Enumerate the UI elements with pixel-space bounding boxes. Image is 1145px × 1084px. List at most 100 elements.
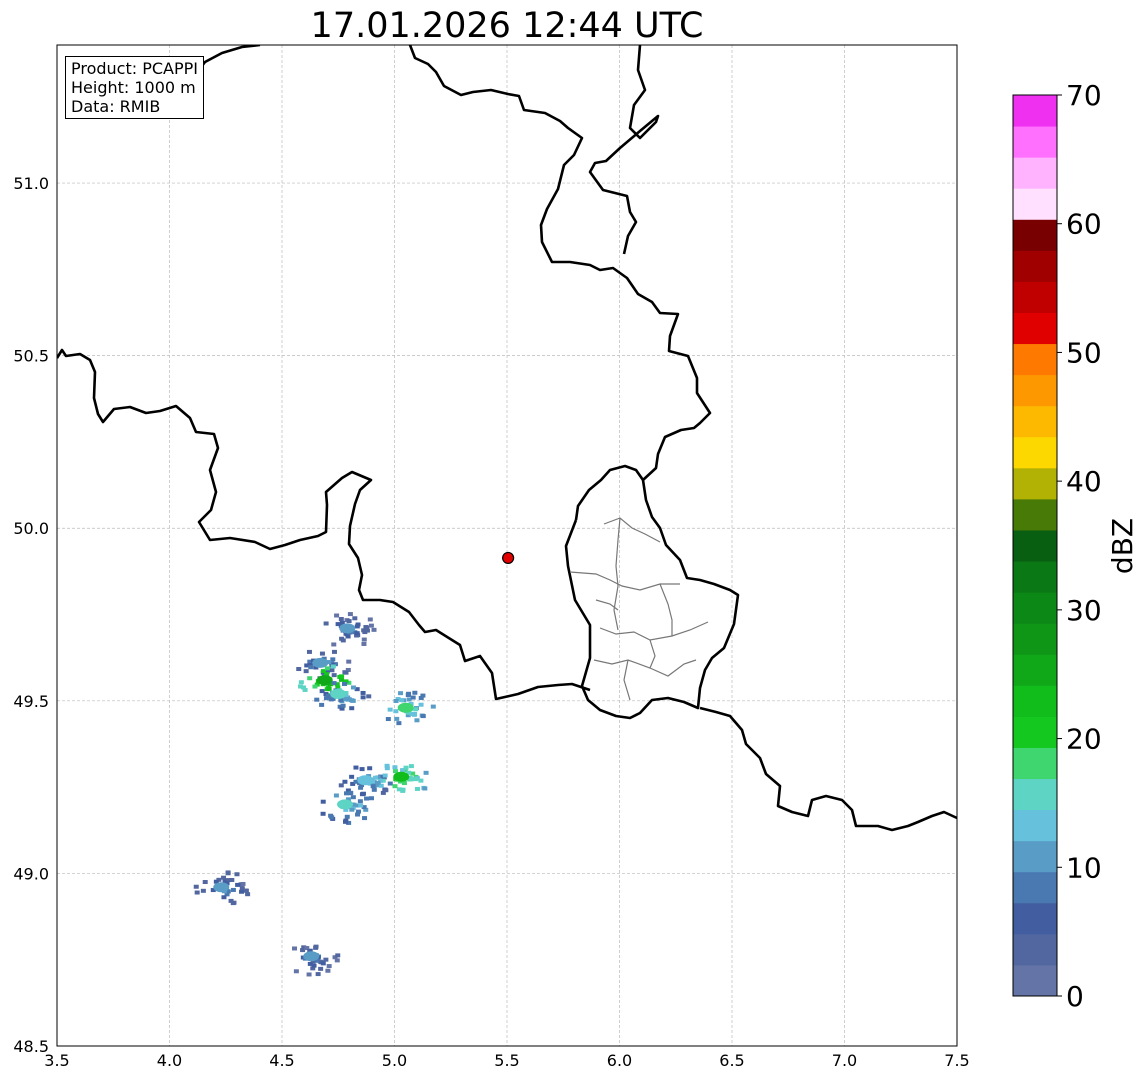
radar-map: 3.5 4.0 4.5 5.0 5.5 6.0 6.5 7.0 7.5 48.549.049.5… <box>13 44 1139 1070</box>
echo-pixel <box>245 892 251 897</box>
echo-pixel <box>342 779 348 784</box>
echo-pixel <box>338 617 344 622</box>
echo-pixel <box>418 702 424 707</box>
echo-pixel <box>418 778 424 783</box>
echo-pixel <box>368 623 374 628</box>
echo-core <box>316 675 333 686</box>
colorbar-tick-label: 40 <box>1066 465 1102 498</box>
x-tick-label: 5.0 <box>382 1051 407 1070</box>
echo-pixel <box>358 785 364 790</box>
product-text: Product: PCAPPI <box>71 59 199 78</box>
echo-pixel <box>412 690 418 695</box>
echo-pixel <box>313 944 319 949</box>
echo-pixel <box>326 686 332 691</box>
echo-pixel <box>221 875 227 880</box>
colorbar-tick-label: 10 <box>1066 851 1102 884</box>
echo-pixel <box>373 775 379 780</box>
echo-pixel <box>406 691 412 696</box>
echo-pixel <box>315 972 321 977</box>
echo-pixel <box>319 702 325 707</box>
colorbar-segment <box>1013 871 1057 904</box>
echo-pixel <box>387 781 393 786</box>
echo-pixel <box>370 784 376 789</box>
echo-pixel <box>340 703 346 708</box>
echo-pixel <box>335 953 341 958</box>
echo-pixel <box>340 638 346 643</box>
echo-pixel <box>339 674 345 679</box>
colorbar-segment <box>1013 250 1057 282</box>
echo-pixel <box>364 796 370 801</box>
colorbar-segment <box>1013 467 1057 500</box>
echo-pixel <box>296 667 302 672</box>
colorbar-tick-label: 50 <box>1066 336 1102 369</box>
y-tick-label: 50.5 <box>13 347 49 366</box>
echo-pixel <box>350 698 356 703</box>
echo-pixel <box>331 642 337 647</box>
echo-pixel <box>347 612 353 617</box>
colorbar-label: dBZ <box>1106 518 1139 574</box>
echo-pixel <box>323 957 329 962</box>
echo-pixel <box>387 707 393 712</box>
echo-pixel <box>307 676 313 681</box>
echo-pixel <box>423 770 429 775</box>
echo-pixel <box>319 689 325 694</box>
echo-pixel <box>230 887 236 892</box>
echo-pixel <box>350 795 356 800</box>
echo-pixel <box>343 696 349 701</box>
echo-pixel <box>353 765 359 770</box>
echo-pixel <box>333 793 339 798</box>
x-tick-label: 6.5 <box>719 1051 744 1070</box>
colorbar-segment <box>1013 809 1057 842</box>
echo-pixel <box>375 780 381 785</box>
echo-pixel <box>414 786 420 791</box>
echo-pixel <box>398 691 404 696</box>
echo-pixel <box>361 641 367 646</box>
x-tick-label: 7.0 <box>832 1051 857 1070</box>
x-axis-ticks: 3.5 4.0 4.5 5.0 5.5 6.0 6.5 7.0 7.5 <box>44 1051 969 1070</box>
colorbar-segment <box>1013 95 1057 127</box>
echo-pixel <box>326 964 332 969</box>
colorbar-segment <box>1013 964 1057 997</box>
echo-pixel <box>349 706 355 711</box>
echo-pixel <box>325 968 331 973</box>
echo-pixel <box>318 966 324 971</box>
colorbar-segment <box>1013 592 1057 624</box>
colorbar-segment <box>1013 716 1057 748</box>
echo-pixel <box>396 721 402 726</box>
echo-pixel <box>393 709 399 714</box>
echo-pixel <box>221 895 227 900</box>
colorbar-segment <box>1013 281 1057 313</box>
echo-core <box>337 799 353 810</box>
x-tick-label: 4.5 <box>269 1051 294 1070</box>
echo-pixel <box>403 765 409 770</box>
echo-pixel <box>331 673 337 678</box>
echo-pixel <box>328 697 334 702</box>
echo-pixel <box>399 698 405 703</box>
colorbar-tick-label: 0 <box>1066 980 1084 1013</box>
echo-pixel <box>354 624 360 629</box>
echo-pixel <box>302 687 308 692</box>
colorbar-tick-label: 30 <box>1066 594 1102 627</box>
colorbar-ticks: 0 10 20 30 40 50 60 70 <box>1057 79 1102 1013</box>
echo-pixel <box>368 796 374 801</box>
colorbar-segment <box>1013 623 1057 655</box>
colorbar-segment <box>1013 188 1057 220</box>
colorbar-segment <box>1013 498 1057 531</box>
echo-pixel <box>371 627 377 632</box>
echo-pixel <box>293 969 299 974</box>
echo-pixel <box>193 884 199 889</box>
echo-pixel <box>346 619 352 624</box>
echo-pixel <box>330 664 336 669</box>
echo-pixel <box>359 767 365 772</box>
echo-pixel <box>323 621 329 626</box>
echo-pixel <box>414 718 420 723</box>
echo-pixel <box>329 668 335 673</box>
echo-pixel <box>239 889 245 894</box>
colorbar-segment <box>1013 685 1057 717</box>
colorbar-segment <box>1013 436 1057 469</box>
echo-pixel <box>194 890 200 895</box>
echo-pixel <box>358 803 364 808</box>
echo-pixel <box>418 695 424 700</box>
echo-pixel <box>320 799 326 804</box>
echo-pixel <box>343 819 349 824</box>
